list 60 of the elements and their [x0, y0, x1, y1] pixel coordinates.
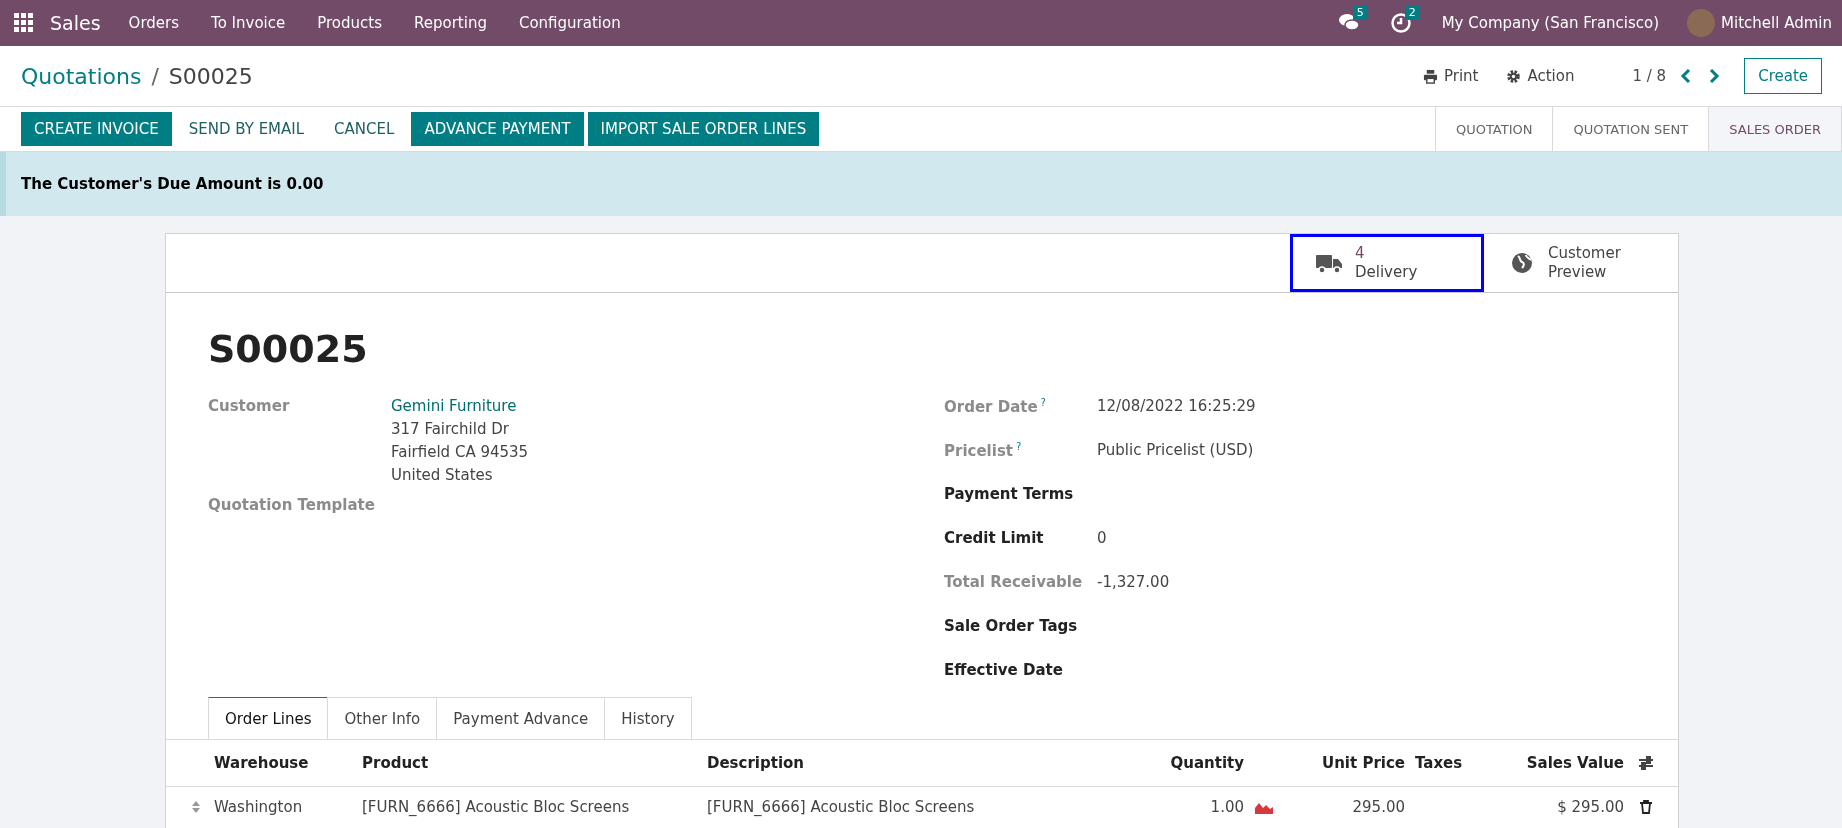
breadcrumb-separator: /	[151, 63, 159, 89]
action-button[interactable]: CANCEL	[321, 112, 408, 146]
create-button[interactable]: Create	[1744, 58, 1822, 94]
company-switcher[interactable]: My Company (San Francisco)	[1441, 14, 1660, 32]
field-label: Customer	[208, 397, 291, 417]
field-label: Sale Order Tags	[944, 617, 1078, 635]
breadcrumb-current: S00025	[168, 63, 253, 89]
due-amount-alert: The Customer's Due Amount is 0.00	[0, 152, 1842, 216]
table-cell-text: [FURN_6666] Acoustic Bloc Screens	[707, 798, 976, 816]
activity-count-badge: 2	[1404, 5, 1420, 20]
action-button[interactable]: CREATE INVOICE	[21, 112, 172, 146]
menu-item[interactable]: Configuration	[518, 14, 621, 32]
field-value: Public Pricelist (USD)	[1097, 441, 1255, 459]
menu-item[interactable]: Orders	[128, 14, 180, 32]
column-header[interactable]: Unit Price	[1272, 754, 1405, 772]
field-label: Pricelist	[944, 441, 1013, 460]
address-line: United States	[391, 466, 494, 484]
field-label: Order Date	[944, 397, 1038, 416]
app-name[interactable]: Sales	[50, 12, 101, 34]
menu-item[interactable]: To Invoice	[211, 14, 286, 32]
action-button[interactable]: SEND BY EMAIL	[175, 112, 318, 146]
field-label: Payment Terms	[944, 485, 1074, 503]
user-name[interactable]: Mitchell Admin	[1721, 14, 1832, 32]
field-value: -1,327.00	[1097, 573, 1171, 591]
pager-value: 1 / 8	[1632, 67, 1667, 85]
field-label: Total Receivable	[944, 573, 1083, 591]
action-button[interactable]: ADVANCE PAYMENT	[411, 112, 584, 146]
table-cell-text: 295.00	[1351, 798, 1405, 816]
smart-button[interactable]: 4 Delivery	[1290, 234, 1484, 292]
status-step[interactable]: SALES ORDER	[1709, 107, 1842, 151]
action-button[interactable]: IMPORT SALE ORDER LINES	[587, 112, 820, 146]
message-count-badge: 5	[1352, 5, 1368, 20]
customer-link[interactable]: Gemini Furniture	[391, 397, 944, 415]
address-line: Fairfield CA 94535	[391, 443, 530, 461]
field-label: Credit Limit	[944, 529, 1044, 547]
column-header[interactable]: Product	[362, 754, 707, 772]
table-cell-text: Washington	[214, 798, 304, 816]
menu-item[interactable]: Reporting	[414, 14, 487, 32]
notebook-tab[interactable]: History	[604, 697, 692, 739]
table-cell-text: [FURN_6666] Acoustic Bloc Screens	[362, 798, 631, 816]
menu-item[interactable]: Products	[317, 14, 382, 32]
notebook-tab[interactable]: Order Lines	[208, 697, 329, 739]
field-value: 0	[1097, 529, 1108, 547]
column-header[interactable]: Quantity	[1134, 754, 1244, 772]
print-button[interactable]: Print	[1422, 67, 1479, 85]
action-button[interactable]: Action	[1506, 67, 1575, 85]
field-label: Effective Date	[944, 661, 1063, 679]
breadcrumb-link[interactable]: Quotations	[21, 63, 142, 89]
help-tooltip[interactable]: ?	[1040, 397, 1046, 408]
column-header[interactable]: Taxes	[1405, 754, 1495, 772]
field-label: Quotation Template	[208, 496, 376, 516]
table-cell-text: $ 295.00	[1556, 798, 1624, 816]
column-header[interactable]: Sales Value	[1495, 754, 1624, 772]
record-title: S00025	[208, 327, 369, 371]
column-header[interactable]: Warehouse	[214, 754, 362, 772]
column-header[interactable]: Description	[707, 754, 1134, 772]
field-value: 12/08/2022 16:25:29	[1097, 397, 1257, 415]
table-cell-text: 1.00	[1209, 798, 1244, 816]
help-tooltip[interactable]: ?	[1016, 441, 1022, 452]
address-line: 317 Fairchild Dr	[391, 420, 510, 438]
